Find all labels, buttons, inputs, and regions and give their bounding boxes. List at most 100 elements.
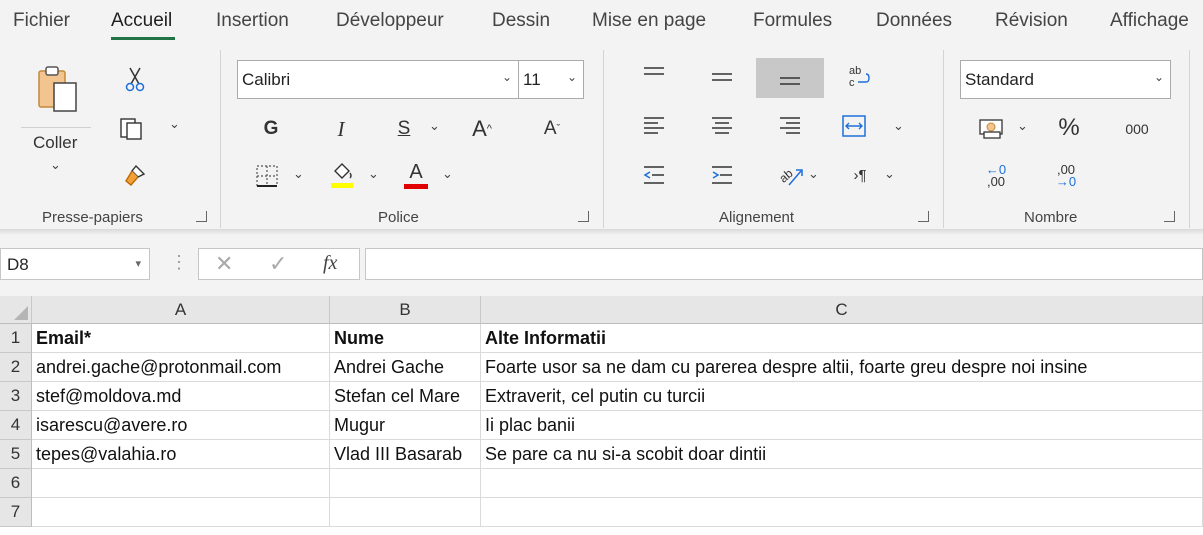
row-header-7[interactable]: 7	[0, 498, 32, 527]
name-box-chevron-down-icon[interactable]: ▾	[135, 257, 141, 270]
cell-c7[interactable]	[481, 498, 1203, 527]
paste-chevron-down-icon[interactable]: ⌄	[50, 157, 61, 173]
select-all-corner[interactable]	[0, 296, 32, 324]
align-right-icon[interactable]	[776, 114, 804, 138]
cell-a4[interactable]: isarescu@avere.ro	[32, 411, 330, 440]
cell-a5[interactable]: tepes@valahia.ro	[32, 440, 330, 469]
tab-affichage[interactable]: Affichage	[1110, 10, 1189, 32]
enter-check-icon[interactable]: ✓	[269, 251, 287, 277]
cell-c5[interactable]: Se pare ca nu si-a scobit doar dintii	[481, 440, 1203, 469]
column-header-c[interactable]: C	[481, 296, 1203, 324]
tab-fichier[interactable]: Fichier	[13, 10, 70, 32]
cell-a6[interactable]	[32, 469, 330, 498]
align-bottom-icon[interactable]	[756, 58, 824, 98]
text-direction-icon[interactable]: ›¶	[846, 162, 874, 188]
font-name-chevron-down-icon: ⌄	[501, 70, 512, 84]
paste-label[interactable]: Coller	[33, 133, 77, 153]
fill-color-icon[interactable]	[328, 160, 356, 190]
cell-b7[interactable]	[330, 498, 481, 527]
paste-icon[interactable]	[35, 64, 81, 114]
align-left-icon[interactable]	[640, 114, 668, 138]
number-format-select[interactable]: Standard ⌄	[960, 60, 1171, 99]
accounting-format-icon[interactable]	[977, 114, 1007, 142]
thousands-separator-button[interactable]: 000	[1118, 116, 1156, 142]
cell-a3[interactable]: stef@moldova.md	[32, 382, 330, 411]
font-color-button[interactable]: A	[402, 160, 430, 190]
tab-revision[interactable]: Révision	[995, 10, 1068, 32]
align-center-icon[interactable]	[708, 114, 736, 138]
tab-developpeur[interactable]: Développeur	[336, 10, 444, 32]
row-header-1[interactable]: 1	[0, 324, 32, 353]
font-color-chevron-down-icon[interactable]: ⌄	[442, 166, 453, 182]
cell-b4[interactable]: Mugur	[330, 411, 481, 440]
insert-function-icon[interactable]: fx	[323, 252, 337, 275]
italic-button[interactable]: I	[326, 114, 356, 144]
orientation-icon[interactable]: ab	[776, 160, 806, 190]
cell-c4[interactable]: Ii plac banii	[481, 411, 1203, 440]
borders-chevron-down-icon[interactable]: ⌄	[293, 166, 304, 182]
cell-c6[interactable]	[481, 469, 1203, 498]
formula-bar-grip-icon[interactable]: ⋮	[170, 252, 188, 273]
svg-text:ab: ab	[777, 166, 796, 186]
underline-button[interactable]: S	[389, 114, 419, 144]
cancel-icon[interactable]: ✕	[215, 251, 233, 277]
grow-font-button[interactable]: A ^	[467, 114, 497, 144]
tab-donnees[interactable]: Données	[876, 10, 952, 32]
row-header-6[interactable]: 6	[0, 469, 32, 498]
cell-b6[interactable]	[330, 469, 481, 498]
row-header-5[interactable]: 5	[0, 440, 32, 469]
increase-indent-icon[interactable]	[708, 162, 736, 188]
row-header-4[interactable]: 4	[0, 411, 32, 440]
cell-c2[interactable]: Foarte usor sa ne dam cu parerea despre …	[481, 353, 1203, 382]
increase-decimal-button[interactable]: ←0,00	[980, 160, 1012, 192]
cell-a2[interactable]: andrei.gache@protonmail.com	[32, 353, 330, 382]
font-size-select[interactable]: 11 ⌄	[518, 60, 584, 99]
font-launcher-icon[interactable]	[578, 211, 589, 222]
font-color-letter: A	[409, 160, 423, 183]
accounting-chevron-down-icon[interactable]: ⌄	[1017, 118, 1028, 134]
cell-b1[interactable]: Nume	[330, 324, 481, 353]
svg-text:ab: ab	[849, 65, 861, 77]
orientation-chevron-down-icon[interactable]: ⌄	[808, 166, 819, 182]
column-header-b[interactable]: B	[330, 296, 481, 324]
bold-button[interactable]: G	[256, 114, 286, 144]
decrease-decimal-button[interactable]: ,00 →0	[1050, 160, 1082, 192]
copy-icon[interactable]	[117, 113, 147, 143]
tab-mise-en-page[interactable]: Mise en page	[592, 10, 706, 32]
clipboard-launcher-icon[interactable]	[196, 211, 207, 222]
alignment-launcher-icon[interactable]	[918, 211, 929, 222]
merge-center-icon[interactable]	[840, 112, 868, 140]
row-header-3[interactable]: 3	[0, 382, 32, 411]
format-painter-icon[interactable]	[121, 162, 149, 190]
cell-b2[interactable]: Andrei Gache	[330, 353, 481, 382]
shrink-font-button[interactable]: Aˇ	[537, 114, 567, 144]
cell-b3[interactable]: Stefan cel Mare	[330, 382, 481, 411]
borders-icon[interactable]	[253, 162, 281, 190]
cut-icon[interactable]	[122, 65, 148, 93]
percent-button[interactable]: %	[1053, 113, 1085, 143]
underline-chevron-down-icon[interactable]: ⌄	[429, 118, 440, 134]
name-box[interactable]: D8 ▾	[0, 248, 150, 280]
tab-accueil[interactable]: Accueil	[111, 10, 172, 32]
text-direction-chevron-down-icon[interactable]: ⌄	[884, 166, 895, 182]
cell-a7[interactable]	[32, 498, 330, 527]
wrap-text-icon[interactable]: ab c	[845, 62, 873, 90]
tab-dessin[interactable]: Dessin	[492, 10, 550, 32]
align-top-icon[interactable]	[640, 62, 668, 86]
cell-b5[interactable]: Vlad III Basarab	[330, 440, 481, 469]
align-middle-icon[interactable]	[708, 65, 736, 89]
cell-a1[interactable]: Email*	[32, 324, 330, 353]
tab-formules[interactable]: Formules	[753, 10, 832, 32]
copy-chevron-down-icon[interactable]: ⌄	[169, 116, 180, 132]
row-header-2[interactable]: 2	[0, 353, 32, 382]
tab-insertion[interactable]: Insertion	[216, 10, 289, 32]
fill-color-chevron-down-icon[interactable]: ⌄	[368, 166, 379, 182]
font-name-select[interactable]: Calibri ⌄	[237, 60, 519, 99]
decrease-indent-icon[interactable]	[640, 162, 668, 188]
cell-c3[interactable]: Extraverit, cel putin cu turcii	[481, 382, 1203, 411]
column-header-a[interactable]: A	[32, 296, 330, 324]
cell-c1[interactable]: Alte Informatii	[481, 324, 1203, 353]
number-launcher-icon[interactable]	[1164, 211, 1175, 222]
formula-input[interactable]	[365, 248, 1203, 280]
merge-chevron-down-icon[interactable]: ⌄	[893, 118, 904, 134]
